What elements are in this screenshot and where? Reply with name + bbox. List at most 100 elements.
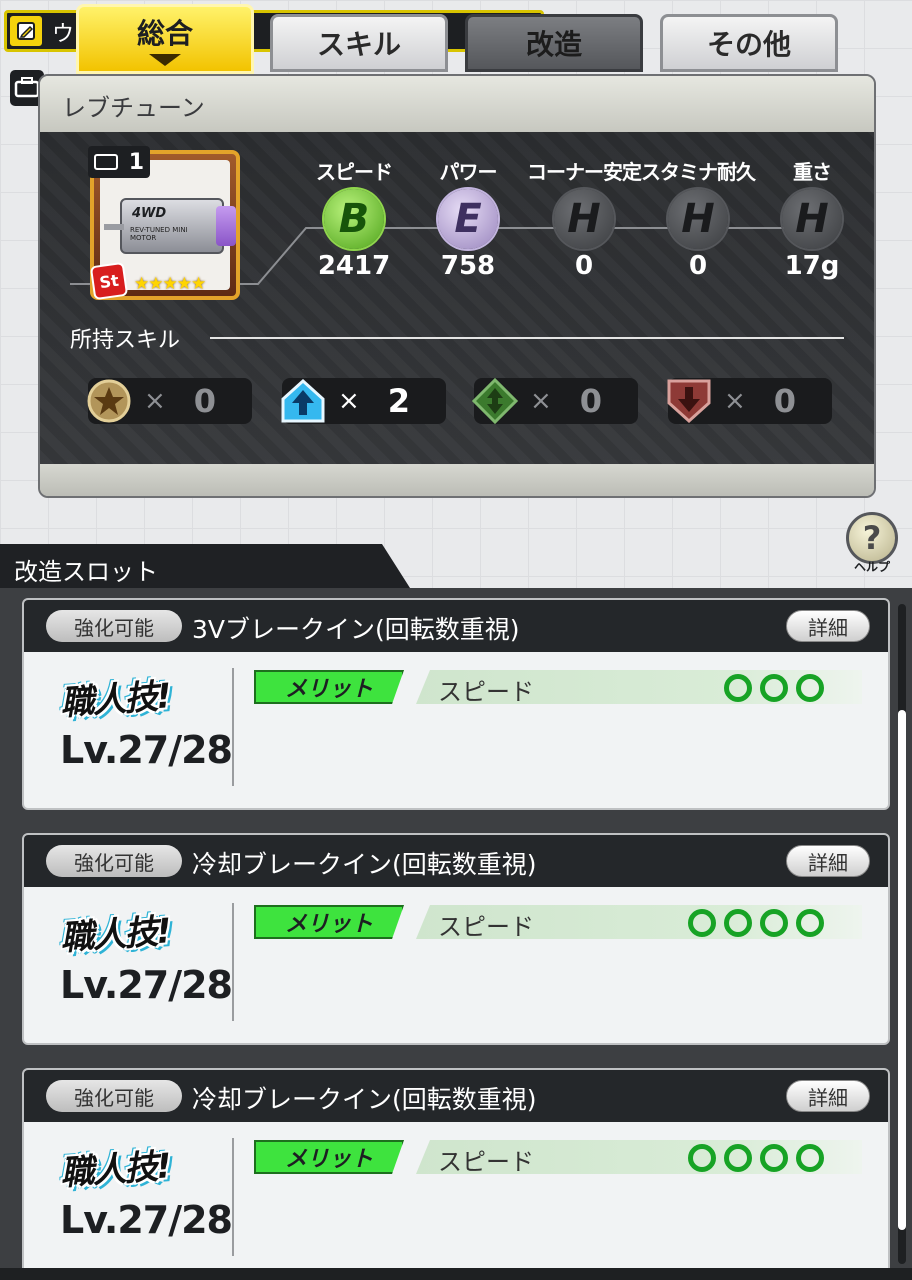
grade-badge: H xyxy=(782,189,842,249)
slot-name: 冷却ブレークイン(回転数重視) xyxy=(192,850,537,879)
diamond-arrow-icon xyxy=(470,376,520,426)
times-sign: × xyxy=(338,386,360,416)
skill-count: 2 xyxy=(387,382,410,420)
craft-label: 職人技! xyxy=(58,1146,172,1194)
effect-label: スピード xyxy=(438,678,534,706)
help-button[interactable]: ? ヘルプ xyxy=(844,512,900,578)
pencil-icon xyxy=(17,22,35,40)
stat-power: パワー E 758 xyxy=(410,156,526,281)
stat-label: パワー xyxy=(439,160,498,184)
stat-value: 0 xyxy=(688,251,708,281)
tab-other[interactable]: その他 xyxy=(660,14,838,72)
grade-badge: H xyxy=(554,189,614,249)
motor-subtext: REV-TUNED MINI MOTOR xyxy=(130,226,188,242)
merit-badge: メリット xyxy=(254,905,404,939)
grade-badge: E xyxy=(438,189,498,249)
panel-header: レブチューン xyxy=(40,76,874,132)
up-arrow-icon xyxy=(278,376,328,426)
times-sign: × xyxy=(144,386,166,416)
part-card[interactable]: 4WD REV-TUNED MINI MOTOR 1 St ★★★★★ xyxy=(88,146,240,301)
motor-cap xyxy=(216,206,236,246)
tab-skill[interactable]: スキル xyxy=(270,14,448,72)
slot-card[interactable]: 強化可能 3Vブレークイン(回転数重視) 詳細 職人技! Lv.27/28 メリ… xyxy=(22,598,890,810)
merit-badge: メリット xyxy=(254,670,404,704)
slot-name: 3Vブレークイン(回転数重視) xyxy=(192,615,520,644)
skill-count: 0 xyxy=(579,382,602,420)
divider xyxy=(232,903,234,1021)
tab-skill-label: スキル xyxy=(316,28,401,61)
section-title: 改造スロット xyxy=(14,558,158,586)
rating-ring-icon xyxy=(724,1144,752,1172)
merit-badge: メリット xyxy=(254,1140,404,1174)
edit-name-button[interactable] xyxy=(8,14,44,48)
owned-count: 1 xyxy=(128,149,144,175)
stat-label: スタミナ耐久 xyxy=(641,160,756,184)
skill-count-down: × 0 xyxy=(667,378,832,424)
effect-label: スピード xyxy=(438,913,534,941)
tab-modify[interactable]: 改造 xyxy=(465,14,643,72)
slot-name: 冷却ブレークイン(回転数重視) xyxy=(192,1085,537,1114)
skill-count-star: × 0 xyxy=(87,378,252,424)
effect-rating xyxy=(688,909,824,937)
stat-label: コーナー安定 xyxy=(527,160,642,184)
effect-label: スピード xyxy=(438,1148,534,1176)
rating-ring-icon xyxy=(760,1144,788,1172)
stat-value: 0 xyxy=(574,251,594,281)
detail-button[interactable]: 詳細 xyxy=(786,845,870,877)
stat-value: 17g xyxy=(784,251,840,281)
stat-speed: スピード B 2417 xyxy=(296,156,412,281)
tab-overview[interactable]: 総合 xyxy=(76,4,254,74)
bottom-edge xyxy=(0,1268,912,1280)
slot-level: Lv.27/28 xyxy=(60,963,233,1007)
stat-stamina: スタミナ耐久 H 0 xyxy=(640,156,756,281)
owned-count-badge: 1 xyxy=(88,146,150,178)
craft-label: 職人技! xyxy=(58,676,172,724)
question-icon: ? xyxy=(846,512,898,564)
grade-badge: B xyxy=(324,189,384,249)
help-label: ヘルプ xyxy=(853,560,890,574)
rating-ring-icon xyxy=(688,1144,716,1172)
skill-count-up: × 2 xyxy=(281,378,446,424)
rating-ring-icon xyxy=(688,909,716,937)
top-bar: ウ 総合 スキル 改造 その他 xyxy=(0,0,912,74)
divider xyxy=(210,337,844,339)
times-sign: × xyxy=(530,386,552,416)
stat-value: 758 xyxy=(440,251,496,281)
stat-label: スピード xyxy=(316,160,393,184)
effect-rating xyxy=(688,1144,824,1172)
stat-corner: コーナー安定 H 0 xyxy=(526,156,642,281)
upgradable-badge: 強化可能 xyxy=(46,1080,182,1112)
stat-value: 2417 xyxy=(317,251,391,281)
panel-footer xyxy=(40,464,874,496)
scrollbar-thumb[interactable] xyxy=(898,710,906,1230)
upgradable-badge: 強化可能 xyxy=(46,845,182,877)
upgradable-badge: 強化可能 xyxy=(46,610,182,642)
stat-weight: 重さ H 17g xyxy=(754,156,870,281)
divider xyxy=(232,668,234,786)
detail-button[interactable]: 詳細 xyxy=(786,1080,870,1112)
detail-button[interactable]: 詳細 xyxy=(786,610,870,642)
skill-count: 0 xyxy=(193,382,216,420)
star-medal-icon xyxy=(84,376,134,426)
panel-title: レブチューン xyxy=(62,94,205,122)
craft-label: 職人技! xyxy=(58,911,172,959)
chevron-down-icon xyxy=(149,54,181,66)
rarity-stars: ★★★★★ xyxy=(134,274,206,294)
slot-card[interactable]: 強化可能 冷却ブレークイン(回転数重視) 詳細 職人技! Lv.27/28 メリ… xyxy=(22,833,890,1045)
slot-card[interactable]: 強化可能 冷却ブレークイン(回転数重視) 詳細 職人技! Lv.27/28 メリ… xyxy=(22,1068,890,1280)
skill-count-diamond: × 0 xyxy=(472,378,638,424)
effect-rating xyxy=(724,674,824,702)
divider xyxy=(232,1138,234,1256)
slot-level: Lv.27/28 xyxy=(60,1198,233,1242)
section-header: 改造スロット xyxy=(0,544,410,588)
motor-image: 4WD REV-TUNED MINI MOTOR xyxy=(104,198,236,254)
motor-logo: 4WD xyxy=(132,206,167,221)
stat-label: 重さ xyxy=(793,160,832,184)
case-icon xyxy=(94,154,118,170)
skill-count: 0 xyxy=(773,382,796,420)
rating-ring-icon xyxy=(724,909,752,937)
rating-ring-icon xyxy=(796,674,824,702)
down-arrow-icon xyxy=(664,376,714,426)
tab-overview-label: 総合 xyxy=(136,17,193,50)
rating-ring-icon xyxy=(724,674,752,702)
